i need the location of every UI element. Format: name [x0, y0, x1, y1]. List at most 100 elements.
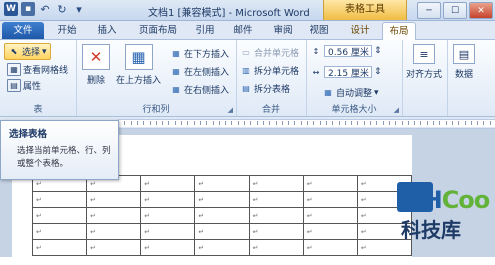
group-data: ▤ 数据: [447, 40, 495, 116]
properties-button[interactable]: ▤ 属性: [7, 79, 41, 92]
group-table: ⬉ 选择 ▾ ▦ 查看网格线 ▤ 属性 表: [0, 40, 77, 116]
table-cell[interactable]: ↵: [31, 191, 88, 208]
gridlines-icon: ▦: [7, 63, 21, 76]
spin-arrows-icon[interactable]: ⇕: [374, 46, 382, 56]
redo-icon[interactable]: ↻: [55, 2, 69, 16]
table-cell[interactable]: ↵: [86, 223, 142, 240]
tab-file[interactable]: 文件: [2, 22, 44, 39]
insert-left-button[interactable]: ▦ 在左侧插入: [170, 65, 229, 78]
ruler-tick: [388, 121, 390, 125]
ruler-tick: [414, 121, 416, 125]
table-cell[interactable]: ↵: [248, 207, 304, 224]
split-cells-button[interactable]: ▥ 拆分单元格: [240, 64, 299, 77]
table-row: ↵ ↵ ↵ ↵ ↵ ↵ ↵: [31, 223, 413, 240]
dialog-launcher-icon[interactable]: ◢: [394, 106, 399, 114]
watermark-cn: 科技库: [401, 218, 461, 242]
ruler-tick: [395, 121, 397, 125]
ruler-tick: [332, 121, 334, 125]
table-cell[interactable]: ↵: [86, 191, 142, 208]
insert-below-button[interactable]: ▦ 在下方插入: [170, 47, 229, 60]
table-cell[interactable]: ↵: [140, 223, 196, 240]
ruler-tick: [351, 121, 353, 125]
merge-cells-button[interactable]: ▭ 合并单元格: [240, 46, 299, 59]
table-cell[interactable]: ↵: [86, 207, 142, 224]
autofit-icon: ▦: [324, 88, 332, 97]
select-button[interactable]: ⬉ 选择 ▾: [4, 43, 51, 60]
table-cell[interactable]: ↵: [302, 191, 358, 208]
tab-review[interactable]: 审阅: [268, 22, 298, 39]
tab-insert[interactable]: 插入: [92, 22, 122, 39]
tab-page-layout[interactable]: 页面布局: [132, 22, 184, 39]
table-cell[interactable]: ↵: [194, 223, 250, 240]
ruler-tick: [401, 121, 403, 125]
ruler-tick: [294, 121, 296, 125]
ruler-tick: [256, 121, 258, 125]
table-cell[interactable]: ↵: [302, 239, 358, 256]
data-button[interactable]: ▤ 数据: [453, 44, 475, 80]
undo-icon[interactable]: ↶: [38, 2, 52, 16]
tab-references[interactable]: 引用: [190, 22, 220, 39]
table-cell[interactable]: ↵: [31, 207, 88, 224]
ruler-tick: [174, 121, 176, 125]
table-cell[interactable]: ↵: [140, 191, 196, 208]
ruler-tick: [357, 121, 359, 125]
table-cell[interactable]: ↵: [31, 223, 88, 240]
ruler-track: [118, 119, 495, 127]
document-table[interactable]: ↵ ↵ ↵ ↵ ↵ ↵ ↵ ↵ ↵ ↵ ↵ ↵ ↵ ↵ ↵ ↵ ↵ ↵ ↵ ↵ ↵ ↵ ↵ ↵ ↵ ↵ ↵ ↵ ↵ ↵ ↵ ↵ ↵ ↵ ↵: [31, 175, 413, 256]
table-cell[interactable]: ↵: [86, 239, 142, 256]
table-cell[interactable]: ↵: [248, 239, 304, 256]
tab-view[interactable]: 视图: [304, 22, 334, 39]
ruler-tick: [420, 121, 422, 125]
insert-above-button[interactable]: ▦ 在上方插入: [116, 44, 161, 86]
ruler-tick: [250, 121, 252, 125]
table-cell[interactable]: ↵: [194, 239, 250, 256]
table-cell[interactable]: ↵: [194, 191, 250, 208]
ruler-tick: [231, 121, 233, 125]
save-icon[interactable]: ▪: [21, 2, 35, 16]
ruler-tick: [439, 121, 441, 125]
table-cell[interactable]: ↵: [302, 175, 358, 192]
maximize-icon[interactable]: ☐: [443, 2, 467, 19]
spin-arrows-icon[interactable]: ⇕: [374, 67, 382, 77]
ruler-tick: [244, 121, 245, 125]
ruler-tick: [187, 121, 189, 125]
minimize-icon[interactable]: ─: [417, 2, 441, 19]
ruler-tick: [225, 121, 227, 125]
table-cell[interactable]: ↵: [248, 223, 304, 240]
table-cell[interactable]: ↵: [248, 175, 304, 192]
ruler-tick: [458, 121, 460, 125]
autofit-button[interactable]: ▦ 自动调整 ▾: [322, 86, 378, 100]
tab-mailings[interactable]: 邮件: [228, 22, 258, 39]
alignment-button[interactable]: ≡ 对齐方式: [406, 44, 442, 80]
table-cell[interactable]: ↵: [194, 207, 250, 224]
ruler-tick: [464, 121, 466, 125]
table-cell[interactable]: ↵: [302, 223, 358, 240]
tab-home[interactable]: 开始: [52, 22, 82, 39]
table-cell[interactable]: ↵: [194, 175, 250, 192]
ruler-tick: [313, 121, 315, 125]
dialog-launcher-icon[interactable]: ◢: [228, 106, 233, 114]
table-cell[interactable]: ↵: [140, 175, 196, 192]
ruler-tick: [344, 121, 346, 125]
close-icon[interactable]: ✕: [469, 2, 493, 19]
table-cell[interactable]: ↵: [140, 239, 196, 256]
customize-qat-icon[interactable]: ▾: [72, 2, 86, 16]
insert-right-button[interactable]: ▦ 在右侧插入: [170, 83, 229, 96]
tab-design[interactable]: 设计: [344, 22, 376, 39]
table-cell[interactable]: ↵: [248, 191, 304, 208]
delete-button[interactable]: ✕ 删除: [82, 44, 110, 86]
table-cell[interactable]: ↵: [140, 207, 196, 224]
ruler-tick: [181, 121, 182, 125]
group-merge: ▭ 合并单元格 ▥ 拆分单元格 ▤ 拆分表格 合并: [236, 40, 307, 116]
word-icon[interactable]: W: [4, 2, 18, 16]
column-width-input[interactable]: 2.15 厘米: [324, 66, 372, 79]
ruler-tick: [206, 121, 208, 125]
tab-layout[interactable]: 布局: [382, 22, 416, 40]
view-gridlines-button[interactable]: ▦ 查看网格线: [7, 63, 68, 76]
table-cell[interactable]: ↵: [31, 239, 88, 256]
ruler-tick: [370, 121, 371, 125]
row-height-input[interactable]: 0.56 厘米: [324, 45, 372, 58]
split-table-button[interactable]: ▤ 拆分表格: [240, 82, 290, 95]
tooltip-title: 选择表格: [9, 129, 48, 140]
table-cell[interactable]: ↵: [302, 207, 358, 224]
